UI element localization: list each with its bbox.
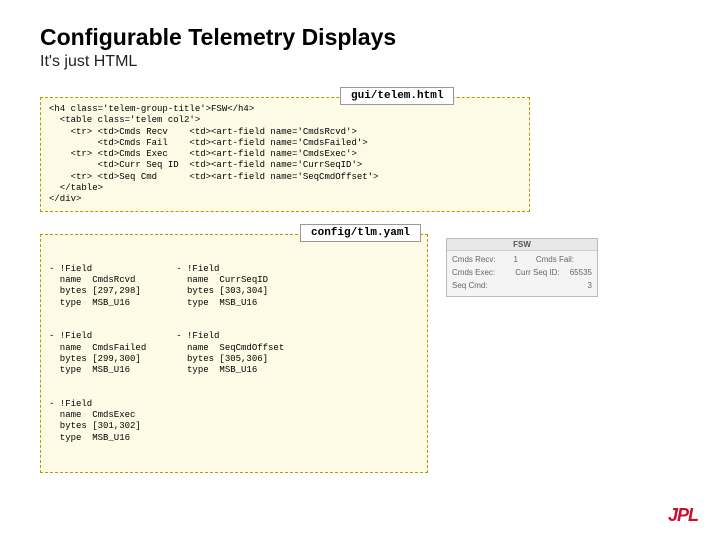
preview-panel: FSW Cmds Recv: 1 Cmds Fail: Cmds Exec: C…	[446, 238, 598, 296]
code-block-yaml: - !Field name CmdsRcvd bytes [297,298] t…	[40, 234, 428, 473]
preview-value: 1	[513, 254, 517, 267]
preview-label: Cmds Fail:	[536, 254, 574, 267]
yaml-col-1: - !Field name CmdsRcvd bytes [297,298] t…	[49, 264, 146, 444]
file-label-html: gui/telem.html	[340, 87, 454, 105]
preview-row: Seq Cmd: 3	[452, 280, 592, 293]
preview-label: Curr Seq ID:	[515, 267, 559, 280]
preview-label: Cmds Recv:	[452, 254, 496, 267]
file-label-yaml: config/tlm.yaml	[300, 224, 421, 242]
page-subtitle: It's just HTML	[40, 53, 680, 71]
preview-label: Seq Cmd:	[452, 280, 488, 293]
yaml-col-2: - !Field name CurrSeqID bytes [303,304] …	[176, 264, 284, 444]
preview-label: Cmds Exec:	[452, 267, 495, 280]
code-block-html: <h4 class='telem-group-title'>FSW</h4> <…	[40, 97, 530, 212]
preview-title: FSW	[447, 239, 597, 251]
preview-value: 65535	[570, 267, 592, 280]
page-title: Configurable Telemetry Displays	[40, 24, 680, 51]
jpl-logo: JPL	[668, 505, 698, 526]
preview-value: 3	[588, 280, 592, 293]
preview-row: Cmds Exec: Curr Seq ID: 65535	[452, 267, 592, 280]
preview-row: Cmds Recv: 1 Cmds Fail:	[452, 254, 592, 267]
